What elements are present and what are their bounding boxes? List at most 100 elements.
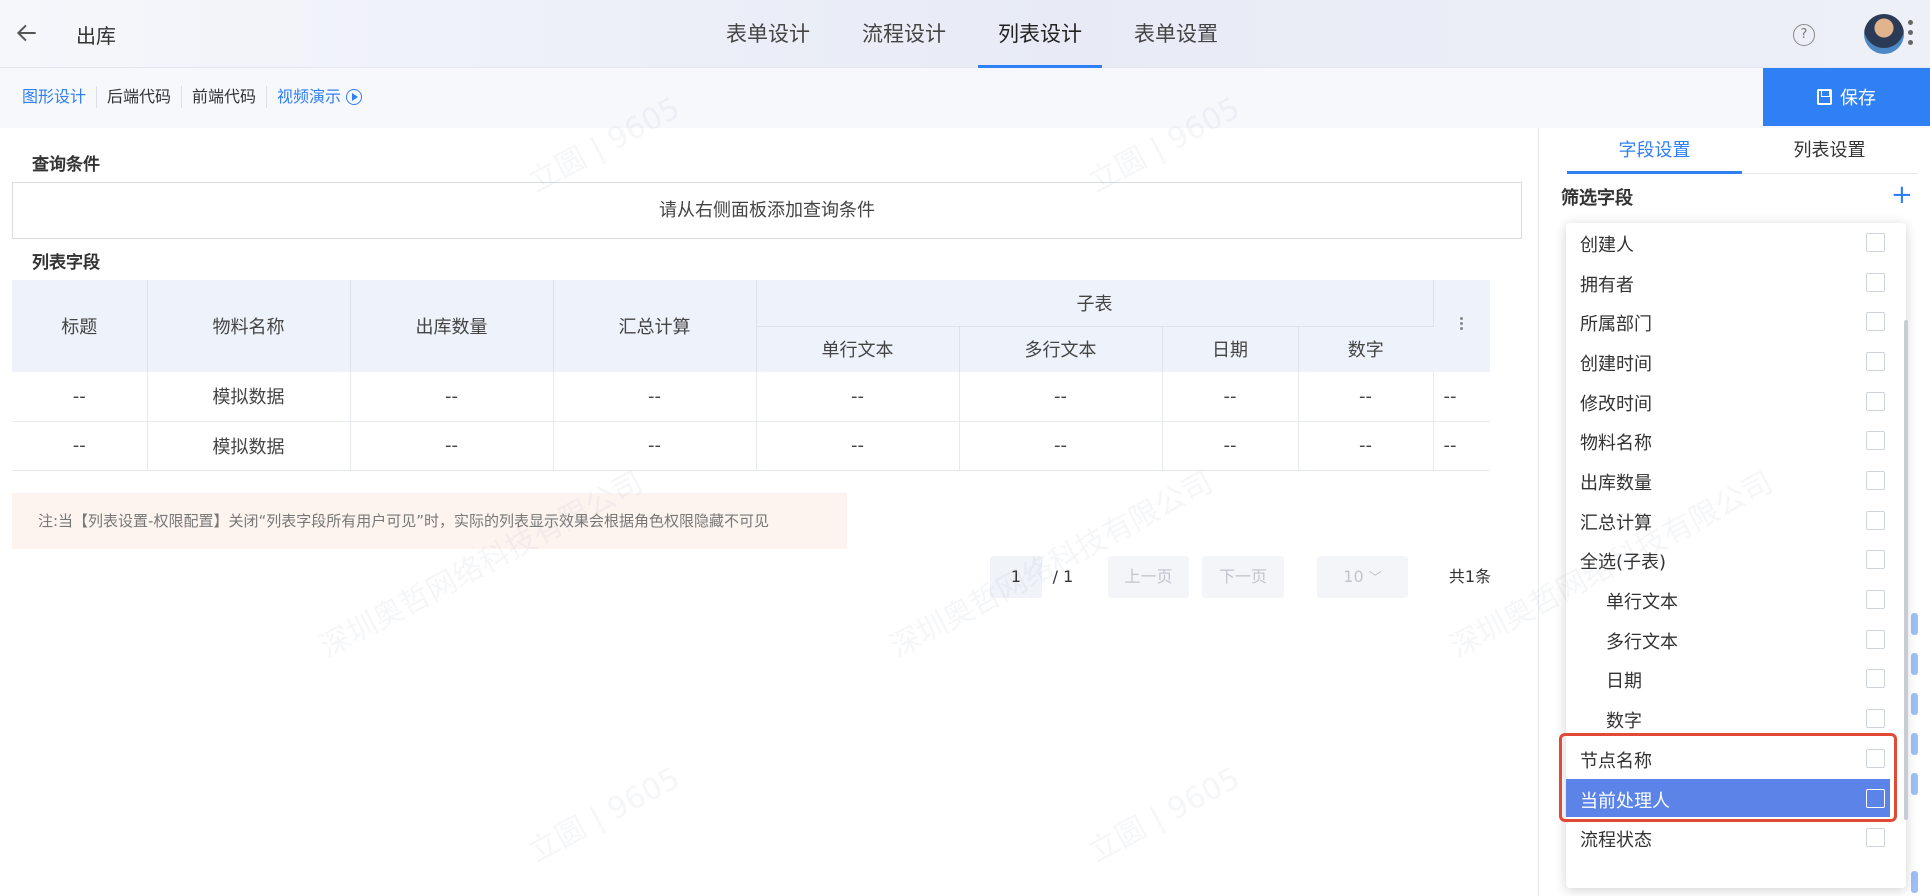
vertical-dots-icon bbox=[1459, 315, 1464, 332]
option-checkbox[interactable] bbox=[1866, 511, 1885, 530]
column-header[interactable]: 汇总计算 bbox=[553, 280, 757, 372]
dropdown-option[interactable]: 多行文本 bbox=[1566, 620, 1890, 658]
tab-form-settings[interactable]: 表单设置 bbox=[1114, 0, 1238, 68]
query-section-title: 查询条件 bbox=[32, 155, 100, 175]
total-pages: / 1 bbox=[1052, 567, 1074, 586]
table-cell: -- bbox=[553, 372, 757, 422]
query-conditions-dropzone[interactable]: 请从右侧面板添加查询条件 bbox=[12, 182, 1522, 239]
dropdown-option[interactable]: 修改时间 bbox=[1566, 382, 1890, 420]
page-size-select[interactable]: 10 ﹀ bbox=[1317, 556, 1408, 598]
annotation-highlight-box bbox=[1559, 733, 1897, 822]
tab-form-design[interactable]: 表单设计 bbox=[706, 0, 830, 68]
toggle-edge bbox=[1911, 693, 1918, 715]
option-label: 创建人 bbox=[1580, 235, 1634, 256]
option-checkbox[interactable] bbox=[1866, 669, 1885, 688]
option-checkbox[interactable] bbox=[1866, 590, 1885, 609]
page-size-value: 10 bbox=[1343, 567, 1364, 586]
table-cell: -- bbox=[1298, 421, 1434, 471]
chevron-down-icon: ﹀ bbox=[1368, 571, 1382, 586]
add-filter-icon[interactable]: + bbox=[1891, 180, 1913, 210]
more-menu-icon[interactable] bbox=[1908, 20, 1914, 48]
option-label: 物料名称 bbox=[1580, 433, 1652, 454]
column-header[interactable]: 物料名称 bbox=[147, 280, 351, 372]
dropdown-option[interactable]: 全选(子表) bbox=[1566, 540, 1890, 578]
option-label: 数字 bbox=[1606, 711, 1642, 732]
table-cell: -- bbox=[756, 421, 960, 471]
dropdown-option[interactable]: 拥有者 bbox=[1566, 263, 1890, 301]
prev-page-button[interactable]: 上一页 bbox=[1108, 556, 1189, 598]
option-checkbox[interactable] bbox=[1866, 273, 1885, 292]
option-checkbox[interactable] bbox=[1866, 352, 1885, 371]
avatar[interactable] bbox=[1864, 14, 1904, 54]
subtable-group-header[interactable]: 子表 bbox=[756, 280, 1434, 327]
design-canvas: 查询条件 请从右侧面板添加查询条件 列表字段 标题 物料名称 出库数量 汇总计算… bbox=[0, 128, 1538, 896]
option-checkbox[interactable] bbox=[1866, 630, 1885, 649]
column-header[interactable]: 出库数量 bbox=[350, 280, 554, 372]
link-backend-code[interactable]: 后端代码 bbox=[97, 86, 183, 108]
column-options[interactable] bbox=[1433, 280, 1490, 372]
back-arrow-icon[interactable] bbox=[14, 20, 40, 46]
toggle-edge bbox=[1911, 733, 1918, 755]
next-page-button[interactable]: 下一页 bbox=[1202, 556, 1284, 598]
video-demo-label: 视频演示 bbox=[277, 87, 342, 106]
option-checkbox[interactable] bbox=[1866, 550, 1885, 569]
option-checkbox[interactable] bbox=[1866, 392, 1885, 411]
dropdown-scrollbar[interactable] bbox=[1904, 320, 1908, 820]
dropdown-option[interactable]: 出库数量 bbox=[1566, 461, 1890, 499]
table-cell: -- bbox=[12, 421, 148, 471]
sub-toolbar: 图形设计 后端代码 前端代码 视频演示 bbox=[0, 68, 1930, 128]
subcolumn-header[interactable]: 多行文本 bbox=[959, 326, 1163, 372]
help-icon[interactable]: ? bbox=[1793, 24, 1815, 46]
dropdown-option[interactable]: 创建时间 bbox=[1566, 342, 1890, 380]
table-cell: -- bbox=[553, 421, 757, 471]
option-label: 所属部门 bbox=[1580, 314, 1652, 335]
tab-field-settings[interactable]: 字段设置 bbox=[1567, 128, 1742, 174]
table-cell: -- bbox=[350, 372, 554, 422]
save-button[interactable]: 保存 bbox=[1763, 68, 1930, 126]
permission-note: 注:当【列表设置-权限配置】关闭“列表字段所有用户可见”时，实际的列表显示效果会… bbox=[12, 493, 847, 549]
option-label: 汇总计算 bbox=[1580, 513, 1652, 534]
table-cell: 模拟数据 bbox=[147, 372, 351, 422]
option-checkbox[interactable] bbox=[1866, 312, 1885, 331]
dropdown-option[interactable]: 创建人 bbox=[1566, 223, 1890, 261]
table-cell: -- bbox=[756, 372, 960, 422]
tab-flow-design[interactable]: 流程设计 bbox=[842, 0, 966, 68]
dropdown-option[interactable]: 汇总计算 bbox=[1566, 501, 1890, 539]
dropdown-option[interactable]: 所属部门 bbox=[1566, 302, 1890, 340]
table-row: -- 模拟数据 -- -- -- -- -- -- -- bbox=[12, 372, 1490, 422]
option-checkbox[interactable] bbox=[1866, 709, 1885, 728]
dropdown-option[interactable]: 日期 bbox=[1566, 659, 1890, 697]
table-cell: -- bbox=[959, 421, 1163, 471]
dropdown-option[interactable]: 单行文本 bbox=[1566, 580, 1890, 618]
link-video-demo[interactable]: 视频演示 bbox=[267, 86, 372, 108]
table-cell: 模拟数据 bbox=[147, 421, 351, 471]
option-checkbox[interactable] bbox=[1866, 233, 1885, 252]
page-number-input[interactable]: 1 bbox=[990, 556, 1042, 598]
app-title: 出库 bbox=[76, 24, 116, 48]
toggle-edge bbox=[1911, 653, 1918, 675]
dropdown-option[interactable]: 流程状态 bbox=[1566, 818, 1890, 856]
toggle-edge bbox=[1911, 871, 1918, 893]
table-row: -- 模拟数据 -- -- -- -- -- -- -- bbox=[12, 421, 1490, 471]
option-label: 日期 bbox=[1606, 671, 1642, 692]
option-label: 修改时间 bbox=[1580, 394, 1652, 415]
option-checkbox[interactable] bbox=[1866, 828, 1885, 847]
tab-list-settings[interactable]: 列表设置 bbox=[1742, 128, 1917, 173]
dropdown-option[interactable]: 物料名称 bbox=[1566, 421, 1890, 459]
subcolumn-header[interactable]: 日期 bbox=[1162, 326, 1299, 372]
play-icon bbox=[346, 89, 363, 105]
subcolumn-header[interactable]: 单行文本 bbox=[756, 326, 960, 372]
subcolumn-header[interactable]: 数字 bbox=[1298, 326, 1433, 372]
list-preview-table: 标题 物料名称 出库数量 汇总计算 子表 单行文本 多行文本 日期 数字 -- … bbox=[12, 280, 1490, 471]
option-label: 多行文本 bbox=[1606, 632, 1678, 653]
option-checkbox[interactable] bbox=[1866, 471, 1885, 490]
link-graphic-design[interactable]: 图形设计 bbox=[12, 86, 98, 108]
table-cell: -- bbox=[1298, 372, 1434, 422]
top-header: 出库 表单设计 流程设计 列表设计 表单设置 ? bbox=[0, 0, 1930, 68]
dropdown-option[interactable]: 数字 bbox=[1566, 699, 1890, 737]
link-frontend-code[interactable]: 前端代码 bbox=[182, 86, 268, 108]
tab-list-design[interactable]: 列表设计 bbox=[978, 0, 1102, 68]
list-section-title: 列表字段 bbox=[32, 253, 100, 273]
column-header[interactable]: 标题 bbox=[12, 280, 148, 372]
option-checkbox[interactable] bbox=[1866, 431, 1885, 450]
